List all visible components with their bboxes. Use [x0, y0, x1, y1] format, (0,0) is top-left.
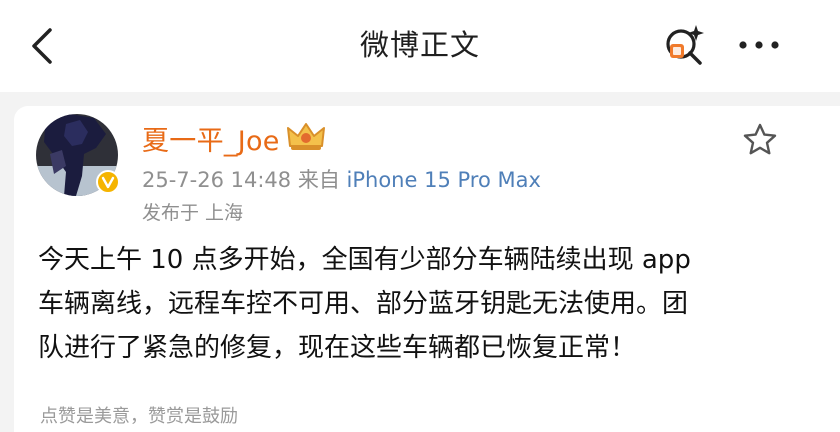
top-navigation-bar: 微博正文 — [0, 0, 840, 92]
post-content: 今天上午 10 点多开始，全国有少部分车辆陆续出现 app 车辆离线，远程车控不… — [38, 238, 808, 370]
more-options-button[interactable] — [736, 28, 782, 62]
search-button[interactable] — [662, 22, 708, 68]
reward-hint: 点赞是美意，赞赏是鼓励 — [40, 406, 238, 427]
source-device[interactable]: iPhone 15 Pro Max — [347, 168, 541, 192]
post-timestamp: 25-7-26 14:48 — [142, 168, 292, 192]
verified-badge — [96, 170, 120, 194]
page-title: 微博正文 — [359, 28, 480, 62]
favorite-button[interactable] — [742, 122, 778, 158]
post-location: 发布于 上海 — [142, 202, 244, 224]
crown-icon — [287, 123, 325, 150]
verified-v-icon — [96, 170, 120, 194]
more-dots-icon — [739, 41, 779, 49]
post-card: 夏一平_Joe 25-7-26 14:48 来自 iPhone 15 Pro M… — [14, 106, 840, 432]
post-meta: 25-7-26 14:48 来自 iPhone 15 Pro Max — [142, 164, 541, 194]
search-icon — [666, 25, 704, 65]
author-name[interactable]: 夏一平_Joe — [142, 119, 280, 158]
content-line: 车辆离线，远程车控不可用、部分蓝牙钥匙无法使用。团 — [38, 289, 689, 319]
membership-badge[interactable] — [286, 120, 326, 152]
section-divider — [0, 92, 840, 106]
star-icon — [743, 123, 777, 155]
content-line: 队进行了紧急的修复，现在这些车辆都已恢复正常！ — [38, 333, 637, 363]
source-prefix: 来自 — [297, 168, 340, 192]
content-line: 今天上午 10 点多开始，全国有少部分车辆陆续出现 app — [38, 245, 691, 275]
